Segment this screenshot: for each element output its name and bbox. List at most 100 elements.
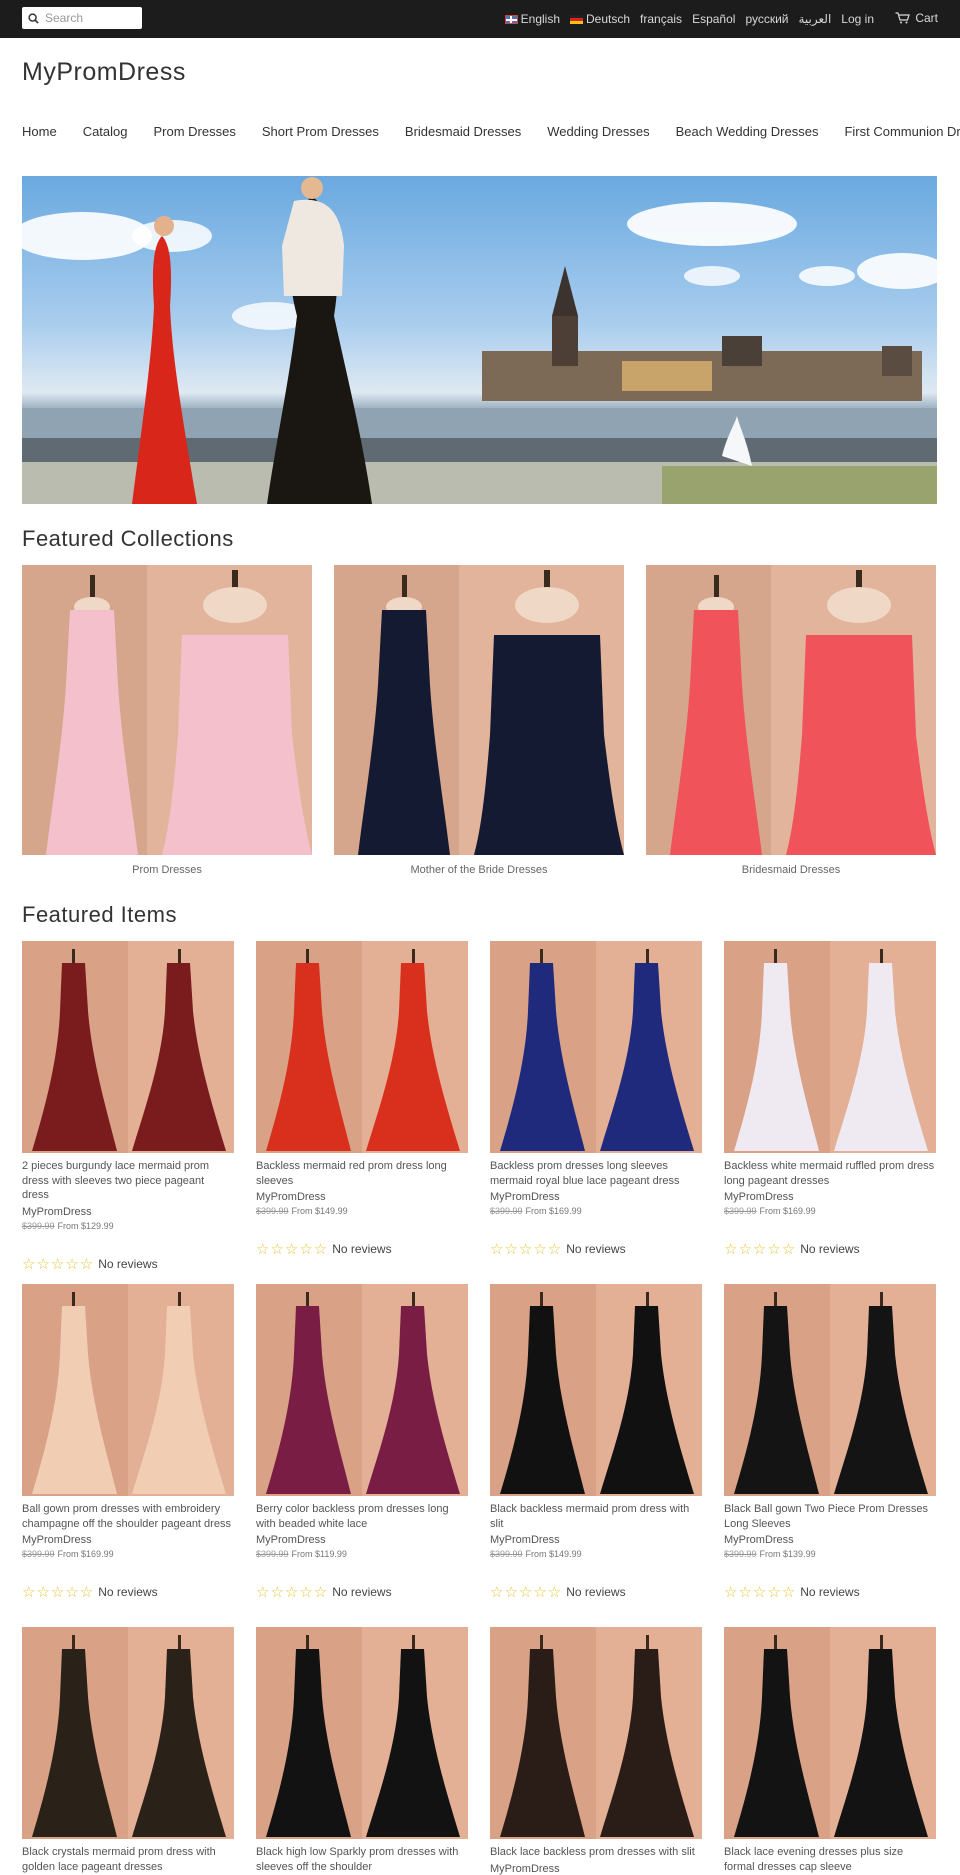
product-title[interactable]: Black lace backless prom dresses with sl… bbox=[490, 1845, 702, 1860]
product-card[interactable]: Black crystals mermaid prom dress with g… bbox=[22, 1627, 234, 1874]
site-logo[interactable]: MyPromDress bbox=[22, 58, 186, 87]
lang-russian[interactable]: русский bbox=[745, 12, 788, 26]
product-image[interactable] bbox=[22, 941, 234, 1153]
product-card[interactable]: Berry color backless prom dresses long w… bbox=[256, 1284, 468, 1601]
product-reviews[interactable]: ☆☆☆☆☆ No reviews bbox=[490, 1583, 702, 1601]
lang-arabic[interactable]: العربية bbox=[799, 12, 832, 26]
product-image[interactable] bbox=[256, 1284, 468, 1496]
product-image[interactable] bbox=[490, 941, 702, 1153]
no-reviews-label: No reviews bbox=[566, 1585, 626, 1599]
product-title[interactable]: Berry color backless prom dresses long w… bbox=[256, 1502, 468, 1531]
product-price: $399.99 From $149.99 bbox=[490, 1549, 702, 1559]
product-price: $399.99 From $139.99 bbox=[724, 1549, 936, 1559]
nav-wedding-dresses[interactable]: Wedding Dresses bbox=[547, 124, 649, 139]
old-price: $399.99 bbox=[256, 1206, 289, 1216]
product-image[interactable] bbox=[490, 1284, 702, 1496]
dress-image bbox=[490, 1284, 702, 1496]
cart-link[interactable]: Cart bbox=[895, 11, 938, 25]
product-title[interactable]: Black lace evening dresses plus size for… bbox=[724, 1845, 936, 1874]
product-title[interactable]: Ball gown prom dresses with embroidery c… bbox=[22, 1502, 234, 1531]
lang-deutsch[interactable]: Deutsch bbox=[570, 12, 630, 26]
product-title[interactable]: 2 pieces burgundy lace mermaid prom dres… bbox=[22, 1159, 234, 1203]
star-rating-icon: ☆☆☆☆☆ bbox=[256, 1584, 329, 1601]
hero-banner[interactable] bbox=[22, 176, 937, 504]
nav-beach-wedding-dresses[interactable]: Beach Wedding Dresses bbox=[676, 124, 819, 139]
product-image[interactable] bbox=[256, 941, 468, 1153]
product-reviews[interactable]: ☆☆☆☆☆ No reviews bbox=[724, 1583, 936, 1601]
nav-catalog[interactable]: Catalog bbox=[83, 124, 128, 139]
star-rating-icon: ☆☆☆☆☆ bbox=[724, 1241, 797, 1258]
product-card[interactable]: Black high low Sparkly prom dresses with… bbox=[256, 1627, 468, 1874]
product-card[interactable]: Ball gown prom dresses with embroidery c… bbox=[22, 1284, 234, 1601]
product-image[interactable] bbox=[724, 1284, 936, 1496]
collection-caption[interactable]: Bridesmaid Dresses bbox=[646, 864, 936, 876]
lang-espanol[interactable]: Español bbox=[692, 12, 735, 26]
product-reviews[interactable]: ☆☆☆☆☆ No reviews bbox=[256, 1583, 468, 1601]
no-reviews-label: No reviews bbox=[800, 1585, 860, 1599]
product-title[interactable]: Black Ball gown Two Piece Prom Dresses L… bbox=[724, 1502, 936, 1531]
nav-short-prom-dresses[interactable]: Short Prom Dresses bbox=[262, 124, 379, 139]
product-card[interactable]: 2 pieces burgundy lace mermaid prom dres… bbox=[22, 941, 234, 1273]
product-title[interactable]: Backless white mermaid ruffled prom dres… bbox=[724, 1159, 936, 1188]
collection-caption[interactable]: Prom Dresses bbox=[22, 864, 312, 876]
de-flag-icon bbox=[570, 15, 583, 24]
sale-price: From $149.99 bbox=[525, 1549, 582, 1559]
product-card[interactable]: Backless prom dresses long sleeves merma… bbox=[490, 941, 702, 1258]
product-card[interactable]: Black backless mermaid prom dress with s… bbox=[490, 1284, 702, 1601]
product-vendor: MyPromDress bbox=[490, 1191, 560, 1203]
login-link[interactable]: Log in bbox=[841, 12, 874, 26]
old-price: $399.99 bbox=[22, 1549, 55, 1559]
collection-card[interactable]: Mother of the Bride Dresses bbox=[334, 565, 624, 876]
product-card[interactable]: Black lace evening dresses plus size for… bbox=[724, 1627, 936, 1874]
sale-price: From $169.99 bbox=[525, 1206, 582, 1216]
product-card[interactable]: Black Ball gown Two Piece Prom Dresses L… bbox=[724, 1284, 936, 1601]
search-box[interactable] bbox=[22, 7, 142, 29]
nav-bridesmaid-dresses[interactable]: Bridesmaid Dresses bbox=[405, 124, 521, 139]
sale-price: From $169.99 bbox=[759, 1206, 816, 1216]
product-image[interactable] bbox=[22, 1284, 234, 1496]
product-card[interactable]: Backless mermaid red prom dress long sle… bbox=[256, 941, 468, 1258]
product-image[interactable] bbox=[724, 1627, 936, 1839]
product-reviews[interactable]: ☆☆☆☆☆ No reviews bbox=[724, 1240, 936, 1258]
collection-card[interactable]: Bridesmaid Dresses bbox=[646, 565, 936, 876]
sale-price: From $129.99 bbox=[57, 1220, 114, 1231]
dress-image bbox=[490, 1627, 702, 1839]
sale-price: From $119.99 bbox=[291, 1549, 347, 1559]
product-image[interactable] bbox=[256, 1627, 468, 1839]
dress-image bbox=[724, 1284, 936, 1496]
dress-image bbox=[22, 941, 234, 1153]
search-icon bbox=[28, 12, 39, 24]
product-title[interactable]: Backless mermaid red prom dress long sle… bbox=[256, 1159, 468, 1188]
product-reviews[interactable]: ☆☆☆☆☆ No reviews bbox=[22, 1583, 234, 1601]
product-reviews[interactable]: ☆☆☆☆☆ No reviews bbox=[22, 1255, 234, 1273]
top-bar: English Deutsch français Español русский… bbox=[0, 0, 960, 38]
product-price: $399.99 From $129.99 bbox=[22, 1221, 234, 1231]
featured-items-title: Featured Items bbox=[22, 902, 177, 927]
product-title[interactable]: Black crystals mermaid prom dress with g… bbox=[22, 1845, 234, 1874]
product-vendor: MyPromDress bbox=[256, 1534, 326, 1546]
dress-image bbox=[724, 1627, 936, 1839]
product-image[interactable] bbox=[490, 1627, 702, 1839]
product-reviews[interactable]: ☆☆☆☆☆ No reviews bbox=[256, 1240, 468, 1258]
product-reviews[interactable]: ☆☆☆☆☆ No reviews bbox=[490, 1240, 702, 1258]
cart-label: Cart bbox=[915, 11, 938, 25]
nav-prom-dresses[interactable]: Prom Dresses bbox=[154, 124, 236, 139]
lang-english[interactable]: English bbox=[504, 12, 560, 26]
nav-first-communion-dresses[interactable]: First Communion Dresses bbox=[844, 124, 960, 139]
search-input[interactable] bbox=[45, 11, 135, 25]
old-price: $399.99 bbox=[22, 1220, 55, 1231]
product-card[interactable]: Black lace backless prom dresses with sl… bbox=[490, 1627, 702, 1875]
product-title[interactable]: Black backless mermaid prom dress with s… bbox=[490, 1502, 702, 1531]
featured-collections-title: Featured Collections bbox=[22, 526, 234, 551]
collection-card[interactable]: Prom Dresses bbox=[22, 565, 312, 876]
nav-home[interactable]: Home bbox=[22, 124, 57, 139]
product-title[interactable]: Black high low Sparkly prom dresses with… bbox=[256, 1845, 468, 1874]
lang-deutsch-label: Deutsch bbox=[586, 12, 631, 26]
cart-icon bbox=[895, 12, 911, 24]
product-image[interactable] bbox=[22, 1627, 234, 1839]
collection-caption[interactable]: Mother of the Bride Dresses bbox=[334, 864, 624, 876]
product-title[interactable]: Backless prom dresses long sleeves merma… bbox=[490, 1159, 702, 1188]
product-image[interactable] bbox=[724, 941, 936, 1153]
product-card[interactable]: Backless white mermaid ruffled prom dres… bbox=[724, 941, 936, 1258]
lang-francais[interactable]: français bbox=[640, 12, 682, 26]
